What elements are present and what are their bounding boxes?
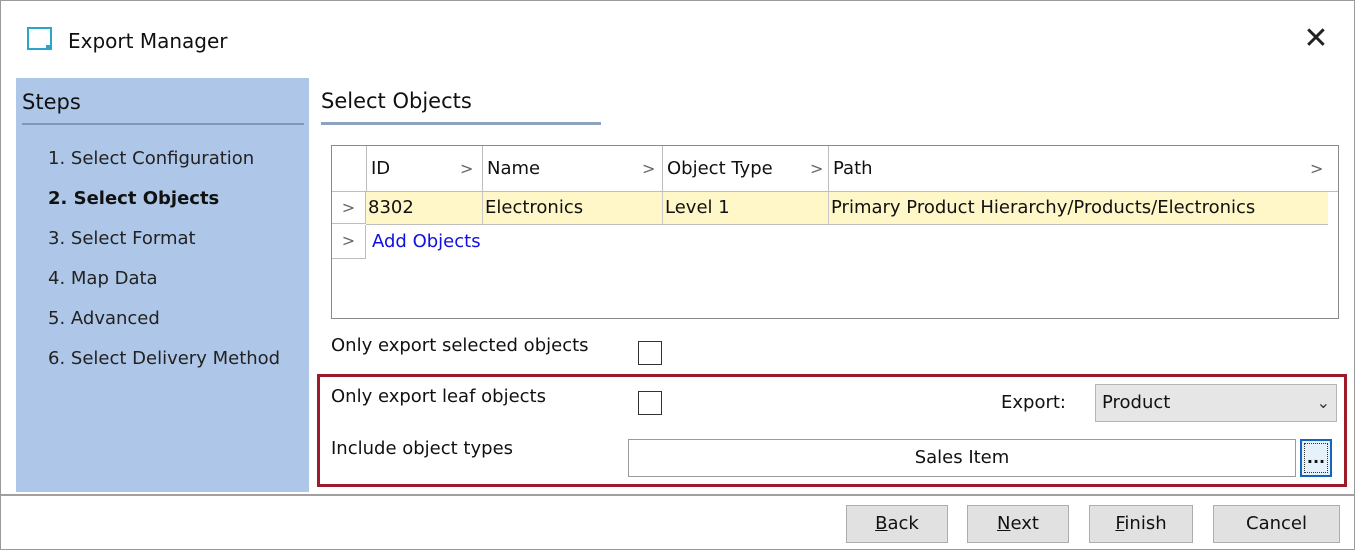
column-header-path-label: Path bbox=[833, 158, 873, 179]
column-header-id-label: ID bbox=[371, 158, 391, 179]
include-types-field[interactable]: Sales Item bbox=[628, 439, 1296, 477]
export-select-value: Product bbox=[1102, 392, 1171, 413]
steps-divider bbox=[22, 123, 304, 125]
objects-grid: ID > Name > Object Type > Path > > 8302 … bbox=[331, 145, 1339, 319]
section-title: Select Objects bbox=[321, 89, 472, 113]
step-select-configuration[interactable]: 1. Select Configuration bbox=[48, 148, 254, 169]
next-button[interactable]: Next bbox=[967, 505, 1069, 543]
grid-header: ID > Name > Object Type > Path > bbox=[332, 146, 1338, 192]
column-expand-icon[interactable]: > bbox=[460, 146, 473, 191]
step-select-delivery-method[interactable]: 6. Select Delivery Method bbox=[48, 348, 280, 369]
column-header-path[interactable]: Path bbox=[828, 146, 1328, 191]
column-header-object-type[interactable]: Object Type bbox=[662, 146, 828, 191]
include-types-label: Include object types bbox=[331, 438, 514, 459]
export-select[interactable]: Product ⌄ bbox=[1095, 384, 1337, 422]
browse-types-button[interactable]: ... bbox=[1300, 439, 1332, 477]
title-bar: Export Manager ✕ bbox=[1, 1, 1354, 81]
next-button-rest: ext bbox=[1010, 513, 1039, 534]
finish-button-rest: inish bbox=[1124, 513, 1167, 534]
column-expand-icon[interactable]: > bbox=[1310, 146, 1323, 191]
app-window-icon bbox=[27, 27, 52, 50]
only-selected-checkbox[interactable] bbox=[638, 341, 662, 365]
column-header-object-type-label: Object Type bbox=[667, 158, 773, 179]
column-header-name[interactable]: Name bbox=[482, 146, 662, 191]
next-button-accel: N bbox=[997, 513, 1011, 534]
only-selected-label: Only export selected objects bbox=[331, 335, 589, 356]
table-row[interactable]: 8302 Electronics Level 1 Primary Product… bbox=[366, 192, 1328, 225]
column-header-name-label: Name bbox=[487, 158, 541, 179]
step-map-data[interactable]: 4. Map Data bbox=[48, 268, 158, 289]
cell-id: 8302 bbox=[368, 197, 414, 218]
column-expand-icon[interactable]: > bbox=[810, 146, 823, 191]
steps-panel: Steps 1. Select Configuration 2. Select … bbox=[16, 78, 309, 492]
step-select-objects[interactable]: 2. Select Objects bbox=[48, 188, 219, 209]
step-select-format[interactable]: 3. Select Format bbox=[48, 228, 196, 249]
steps-header: Steps bbox=[22, 90, 81, 114]
column-expand-icon[interactable]: > bbox=[642, 146, 655, 191]
step-advanced[interactable]: 5. Advanced bbox=[48, 308, 160, 329]
back-button-rest: ack bbox=[887, 513, 919, 534]
window-title: Export Manager bbox=[68, 29, 228, 53]
cell-name: Electronics bbox=[482, 192, 662, 224]
row-indicator-icon[interactable]: > bbox=[332, 192, 366, 224]
footer-divider bbox=[1, 494, 1354, 496]
new-row-indicator-icon[interactable]: > bbox=[332, 225, 366, 259]
cancel-button[interactable]: Cancel bbox=[1213, 505, 1340, 543]
only-leaf-label: Only export leaf objects bbox=[331, 386, 546, 407]
add-objects-link[interactable]: Add Objects bbox=[372, 226, 481, 258]
back-button[interactable]: Back bbox=[846, 505, 948, 543]
cell-object-type: Level 1 bbox=[662, 192, 828, 224]
section-divider bbox=[321, 122, 601, 125]
finish-button[interactable]: Finish bbox=[1089, 505, 1193, 543]
export-manager-window: Export Manager ✕ Steps 1. Select Configu… bbox=[0, 0, 1355, 550]
cell-path: Primary Product Hierarchy/Products/Elect… bbox=[828, 192, 1328, 224]
chevron-down-icon: ⌄ bbox=[1316, 393, 1330, 412]
export-label: Export: bbox=[1001, 392, 1066, 413]
only-leaf-checkbox[interactable] bbox=[638, 391, 662, 415]
close-button[interactable]: ✕ bbox=[1300, 21, 1332, 57]
back-button-accel: B bbox=[875, 513, 888, 534]
